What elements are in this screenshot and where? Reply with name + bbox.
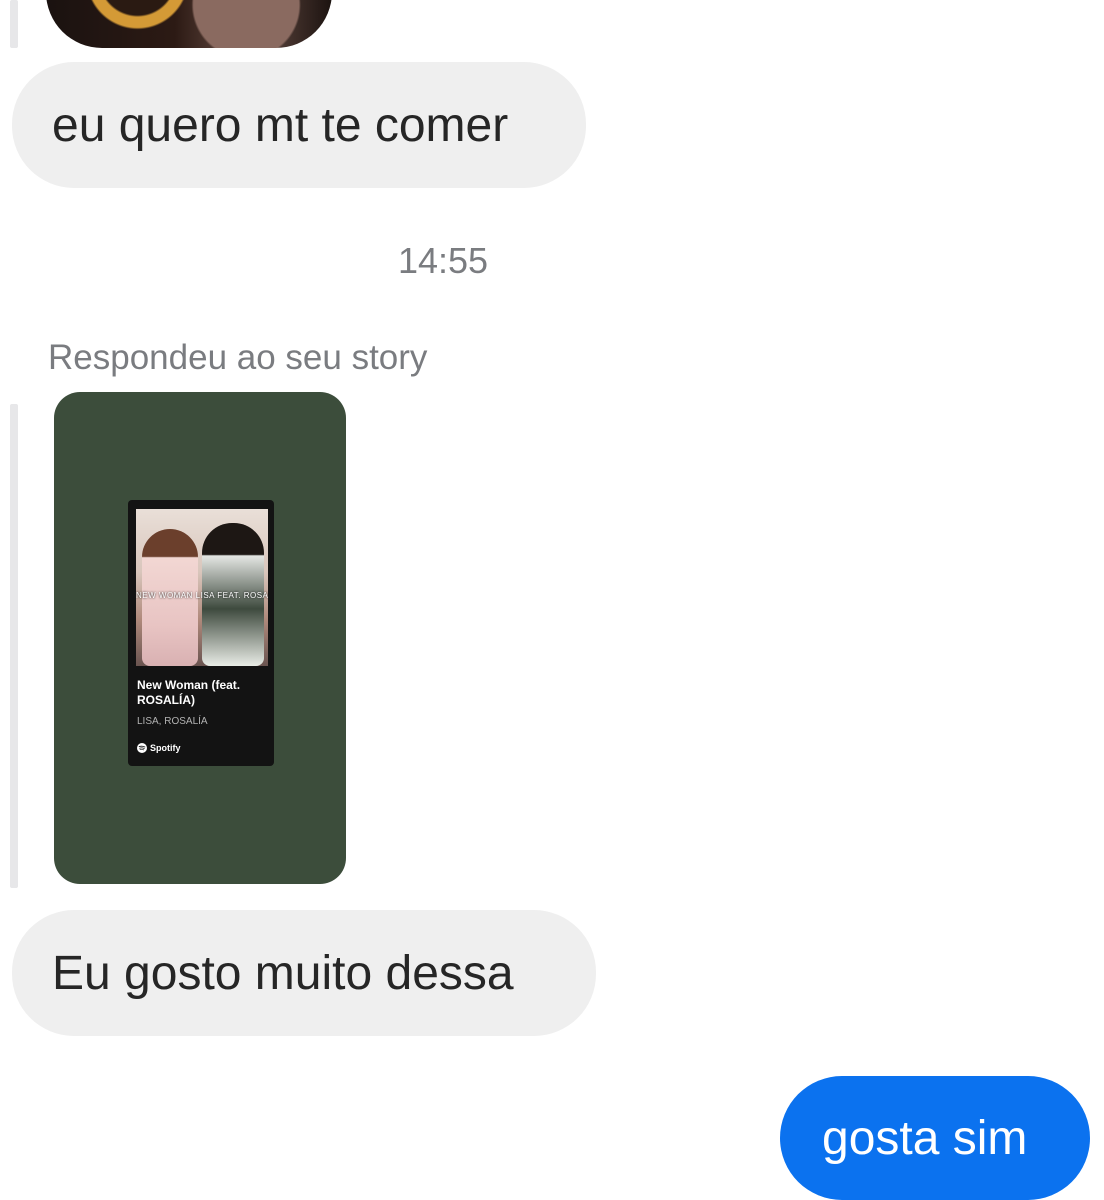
track-artist: LISA, ROSALÍA — [137, 716, 208, 727]
received-message-bubble[interactable]: eu quero mt te comer — [12, 62, 586, 188]
received-message-bubble[interactable]: Eu gosto muito dessa — [12, 910, 596, 1036]
reply-indicator-bar — [10, 404, 18, 888]
message-text: gosta sim — [822, 1111, 1028, 1165]
track-title: New Woman (feat. ROSALÍA) — [137, 678, 241, 707]
sent-message-bubble[interactable]: gosta sim — [780, 1076, 1090, 1200]
message-text: eu quero mt te comer — [52, 98, 509, 152]
album-overlay-text: NEW WOMAN LISA FEAT. ROSALÍA — [136, 591, 268, 600]
message-text: Eu gosto muito dessa — [52, 946, 514, 1000]
spotify-label: Spotify — [150, 743, 181, 753]
timestamp: 14:55 — [397, 240, 489, 281]
reply-indicator-bar — [10, 0, 18, 48]
album-art: NEW WOMAN LISA FEAT. ROSALÍA — [136, 509, 268, 666]
story-reply-label: Respondeu ao seu story — [48, 338, 428, 377]
story-preview[interactable]: NEW WOMAN LISA FEAT. ROSALÍA New Woman (… — [54, 392, 346, 884]
previous-media-thumbnail[interactable] — [46, 0, 332, 48]
spotify-share-card: NEW WOMAN LISA FEAT. ROSALÍA New Woman (… — [128, 500, 274, 766]
spotify-icon — [137, 743, 147, 753]
spotify-logo: Spotify — [137, 743, 181, 753]
